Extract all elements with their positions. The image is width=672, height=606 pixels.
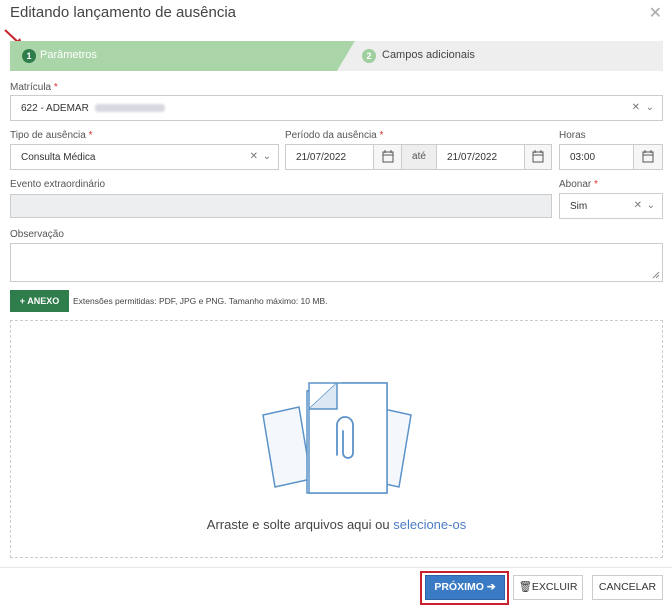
chevron-down-icon[interactable]: ⌄ <box>263 151 271 162</box>
periodo-separator: até <box>402 144 436 170</box>
abonar-select[interactable]: Sim ✕ ⌄ <box>559 193 663 219</box>
wizard-steps: 1 Parâmetros 2 Campos adicionais <box>10 41 663 71</box>
clear-icon[interactable]: ✕ <box>632 102 640 113</box>
step-parametros[interactable]: 1 Parâmetros <box>10 41 355 71</box>
cancel-button[interactable]: CANCELAR <box>592 575 663 600</box>
clear-icon[interactable]: ✕ <box>634 200 642 211</box>
evento-label: Evento extraordinário <box>10 179 106 190</box>
trash-icon: 🗑 <box>518 581 532 593</box>
periodo-end-input[interactable]: 21/07/2022 <box>436 144 525 170</box>
horas-input[interactable]: 03:00 <box>559 144 634 170</box>
step-number: 2 <box>362 49 376 63</box>
periodo-start-input[interactable]: 21/07/2022 <box>285 144 374 170</box>
observacao-textarea[interactable] <box>10 243 663 282</box>
calendar-button-start[interactable] <box>373 144 402 170</box>
matricula-value: 622 - ADEMAR <box>21 103 89 114</box>
attachment-info: Extensões permitidas: PDF, JPG e PNG. Ta… <box>73 296 328 306</box>
dropzone-text: Arraste e solte arquivos aqui ou selecio… <box>206 517 467 532</box>
resize-handle-icon[interactable] <box>652 271 660 279</box>
delete-button[interactable]: 🗑EXCLUIR <box>513 575 583 600</box>
arrow-right-icon: ➔ <box>486 581 496 593</box>
step-campos-adicionais[interactable]: 2 Campos adicionais <box>337 41 663 71</box>
tipo-ausencia-value: Consulta Médica <box>21 152 96 163</box>
edit-absence-dialog: Editando lançamento de ausência ✕ 1 Parâ… <box>0 0 672 606</box>
step-label: Parâmetros <box>40 49 97 61</box>
step-number: 1 <box>22 49 36 63</box>
chevron-down-icon[interactable]: ⌄ <box>647 200 655 211</box>
periodo-label: Período da ausência * <box>285 130 384 141</box>
horas-label: Horas <box>559 130 586 141</box>
dialog-title: Editando lançamento de ausência <box>10 4 236 21</box>
calendar-icon <box>382 150 394 163</box>
matricula-select[interactable]: 622 - ADEMAR ✕ ⌄ <box>10 95 663 121</box>
file-dropzone[interactable]: Arraste e solte arquivos aqui ou selecio… <box>10 320 663 558</box>
tipo-ausencia-label: Tipo de ausência * <box>10 130 93 141</box>
calendar-icon <box>642 150 654 163</box>
next-button[interactable]: PRÓXIMO ➔ <box>425 575 505 600</box>
close-icon[interactable]: ✕ <box>649 3 662 23</box>
document-attachment-icon <box>262 382 412 494</box>
clear-icon[interactable]: ✕ <box>250 151 258 162</box>
step-label: Campos adicionais <box>382 49 475 61</box>
evento-input[interactable] <box>10 194 552 218</box>
abonar-label: Abonar * <box>559 179 598 190</box>
footer-divider <box>0 567 672 568</box>
horas-calendar-button[interactable] <box>633 144 663 170</box>
chevron-down-icon[interactable]: ⌄ <box>646 102 654 113</box>
calendar-button-end[interactable] <box>524 144 552 170</box>
tipo-ausencia-select[interactable]: Consulta Médica ✕ ⌄ <box>10 144 279 170</box>
observacao-label: Observação <box>10 229 64 240</box>
redacted-name <box>94 104 165 113</box>
calendar-icon <box>532 150 544 163</box>
select-files-link[interactable]: selecione-os <box>393 517 466 532</box>
matricula-label: Matrícula * <box>10 82 58 93</box>
abonar-value: Sim <box>570 201 588 212</box>
add-attachment-button[interactable]: + ANEXO <box>10 290 69 312</box>
